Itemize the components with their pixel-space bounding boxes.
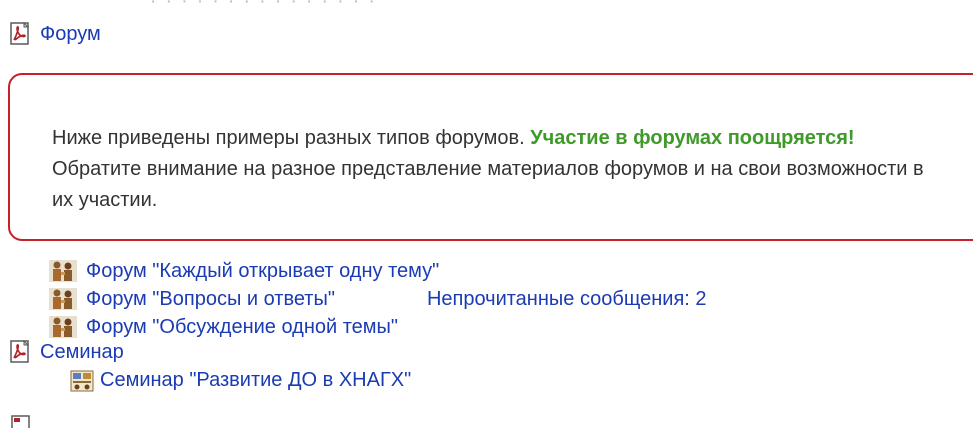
forum-people-icon: [49, 288, 77, 310]
pdf-document-icon: [10, 340, 30, 363]
clipped-top-text: · · · · · · · · · · · · · · ·: [150, 0, 377, 12]
seminar-icon: [70, 370, 94, 391]
forum-list-item[interactable]: Форум "Обсуждение одной темы": [48, 315, 398, 339]
forum-link[interactable]: Форум "Каждый открывает одну тему": [86, 260, 439, 283]
forum-section-link[interactable]: Форум: [40, 23, 101, 46]
forum-section-item[interactable]: Форум: [10, 22, 101, 46]
forum-link[interactable]: Форум "Обсуждение одной темы": [86, 316, 398, 339]
unread-messages-count[interactable]: Непрочитанные сообщения: 2: [427, 288, 707, 311]
intro-text: Ниже приведены примеры разных типов фору…: [52, 123, 942, 216]
forum-people-icon: [49, 260, 77, 282]
forum-list-item[interactable]: Форум "Каждый открывает одну тему": [48, 259, 439, 283]
pdf-document-icon: [11, 415, 30, 428]
seminar-section-link[interactable]: Семинар: [40, 341, 124, 364]
forum-people-icon: [49, 316, 77, 338]
seminar-list-item[interactable]: Семинар "Развитие ДО в ХНАГХ": [70, 369, 411, 392]
seminar-link[interactable]: Семинар "Развитие ДО в ХНАГХ": [100, 369, 411, 392]
forum-list-item[interactable]: Форум "Вопросы и ответы" Непрочитанные с…: [48, 287, 707, 311]
intro-text-after: Обратите внимание на разное представлени…: [52, 158, 924, 211]
intro-text-before: Ниже приведены примеры разных типов фору…: [52, 127, 531, 149]
pdf-document-icon: [10, 22, 30, 45]
forum-link[interactable]: Форум "Вопросы и ответы": [86, 288, 335, 311]
seminar-section-item[interactable]: Семинар: [10, 340, 124, 364]
intro-highlight: Участие в форумах поощряется!: [530, 127, 855, 149]
